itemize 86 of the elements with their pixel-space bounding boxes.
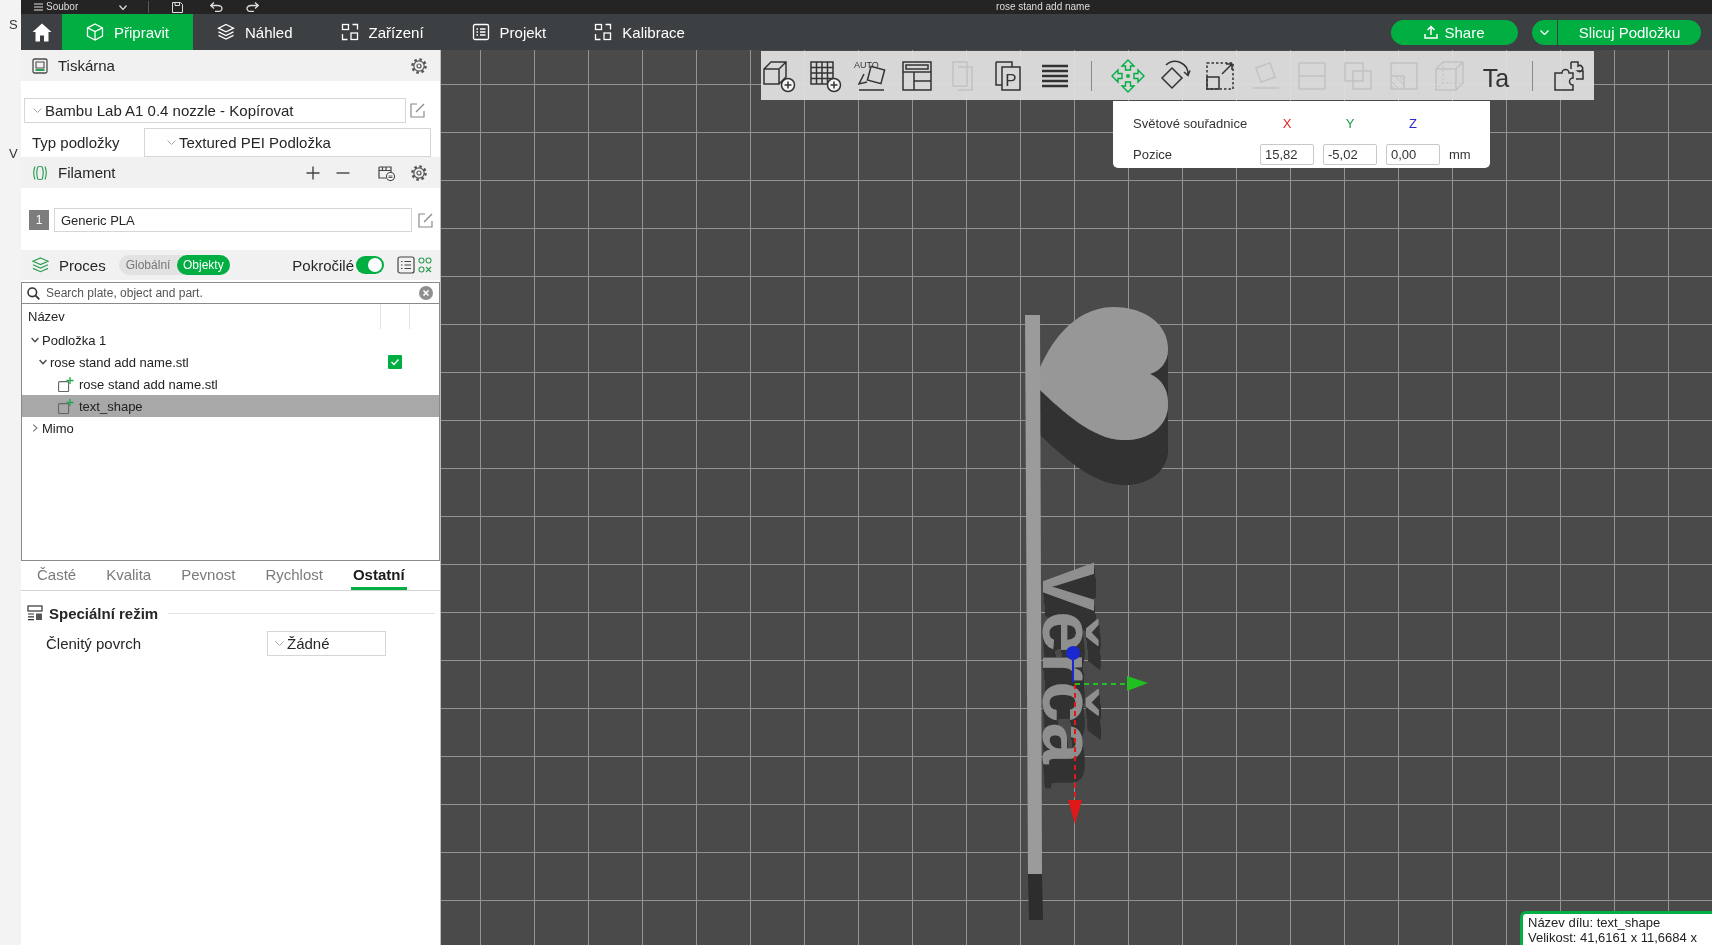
puzzle-icon[interactable]	[1552, 58, 1586, 93]
toggle-switch[interactable]	[356, 256, 384, 274]
gear-icon[interactable]	[411, 57, 427, 74]
caret-icon	[1540, 29, 1549, 35]
plus-icon[interactable]	[306, 165, 320, 180]
search-icon	[27, 286, 40, 300]
filament-field[interactable]: Generic PLA	[54, 208, 412, 232]
section-title: Filament	[58, 164, 116, 181]
coil-icon	[32, 164, 48, 181]
layout-icon[interactable]	[900, 58, 934, 93]
filament-number: 1	[29, 210, 49, 230]
tab[interactable]: Rychlost	[263, 562, 325, 590]
tree-item[interactable]: Podložka 1	[22, 329, 439, 351]
tab[interactable]: Kalibrace	[570, 14, 709, 50]
tree-item[interactable]: Mimo	[22, 417, 439, 439]
cube-plus-icon[interactable]	[762, 58, 796, 93]
tree-item[interactable]: text_shape	[22, 395, 439, 417]
box-refresh-icon[interactable]	[378, 164, 395, 181]
caret-icon	[33, 108, 42, 113]
printer-icon	[32, 57, 48, 74]
search-input[interactable]: Search plate, object and part.	[46, 284, 413, 302]
section-title: Speciální režim	[49, 604, 159, 622]
axis-label: Y	[1344, 115, 1356, 131]
save-icon[interactable]	[172, 1, 184, 13]
axis-label: Z	[1408, 115, 1418, 131]
field-label: Pozice	[1133, 147, 1174, 163]
gear-icon[interactable]	[411, 164, 427, 181]
input-field[interactable]: 0,00	[1386, 144, 1440, 166]
list-icon[interactable]	[397, 256, 415, 274]
clear-icon[interactable]	[419, 286, 433, 300]
list-icon	[471, 23, 490, 41]
panel-icon	[27, 605, 43, 621]
axis-label: X	[1281, 115, 1293, 131]
dropdown[interactable]: Bambu Lab A1 0.4 nozzle - Kopírovat	[24, 98, 406, 123]
search-field[interactable]: Search plate, object and part.	[21, 282, 440, 304]
column-header: Název	[27, 308, 66, 326]
tab[interactable]: Časté	[35, 562, 79, 590]
window-text: S	[9, 17, 18, 32]
tab[interactable]: Pevnost	[179, 562, 238, 590]
toggle-label: Pokročilé	[292, 256, 354, 274]
squares-icon	[340, 23, 359, 41]
section-title: Proces	[59, 256, 106, 274]
checkbox[interactable]	[388, 355, 402, 369]
edit-icon[interactable]	[418, 212, 433, 228]
window-title: rose stand add name	[996, 1, 1090, 13]
undo-icon[interactable]	[210, 2, 224, 12]
dropdown[interactable]: Textured PEI Podložka	[144, 128, 431, 157]
square-plus-icon	[58, 376, 74, 392]
menu-item[interactable]: Soubor	[46, 1, 79, 13]
dots-icon[interactable]	[418, 257, 432, 273]
caret-icon[interactable]	[39, 358, 47, 366]
info-text: Název dílu: text_shape	[1528, 915, 1662, 930]
field-label: Typ podložky	[32, 134, 121, 151]
square-plus-icon	[58, 398, 74, 414]
home-icon[interactable]	[31, 22, 52, 42]
field-label: Členitý povrch	[46, 635, 143, 652]
layers-icon	[217, 23, 235, 41]
input-field[interactable]: 15,82	[1260, 144, 1314, 166]
dropdown[interactable]: Žádné	[267, 631, 386, 656]
tab[interactable]: Ostatní	[350, 562, 407, 590]
caret-icon	[275, 641, 284, 646]
unit-label: mm	[1449, 147, 1472, 163]
dropdown-button[interactable]	[1532, 19, 1557, 45]
tree-item[interactable]: rose stand add name.stl	[22, 373, 439, 395]
tab[interactable]: Projekt	[447, 14, 571, 50]
tab[interactable]: Kvalita	[104, 562, 154, 590]
text-icon[interactable]: Ta	[1479, 58, 1513, 93]
grid-plus-icon[interactable]	[808, 58, 842, 93]
window-text: V	[9, 146, 18, 161]
input-field[interactable]: -5,02	[1323, 144, 1377, 166]
caret-icon	[167, 140, 176, 145]
panel-label: Světové souřadnice	[1133, 115, 1249, 131]
menu-icon[interactable]	[34, 3, 43, 11]
cube-icon	[86, 23, 104, 41]
tree-item[interactable]: rose stand add name.stl	[22, 351, 439, 373]
section-title: Tiskárna	[58, 57, 115, 74]
mode-option[interactable]: Globální	[125, 255, 171, 275]
tab[interactable]: Zařízení	[316, 14, 448, 50]
tab[interactable]: Náhled	[193, 14, 317, 50]
caret-icon[interactable]	[31, 336, 39, 344]
upload-icon	[1424, 25, 1439, 39]
edit-icon[interactable]	[410, 103, 425, 118]
redo-icon[interactable]	[246, 2, 260, 12]
info-text: Velikost: 41,6161 x 11,6684 x	[1528, 930, 1698, 945]
layers-icon	[32, 257, 49, 273]
squares-icon	[594, 23, 613, 41]
